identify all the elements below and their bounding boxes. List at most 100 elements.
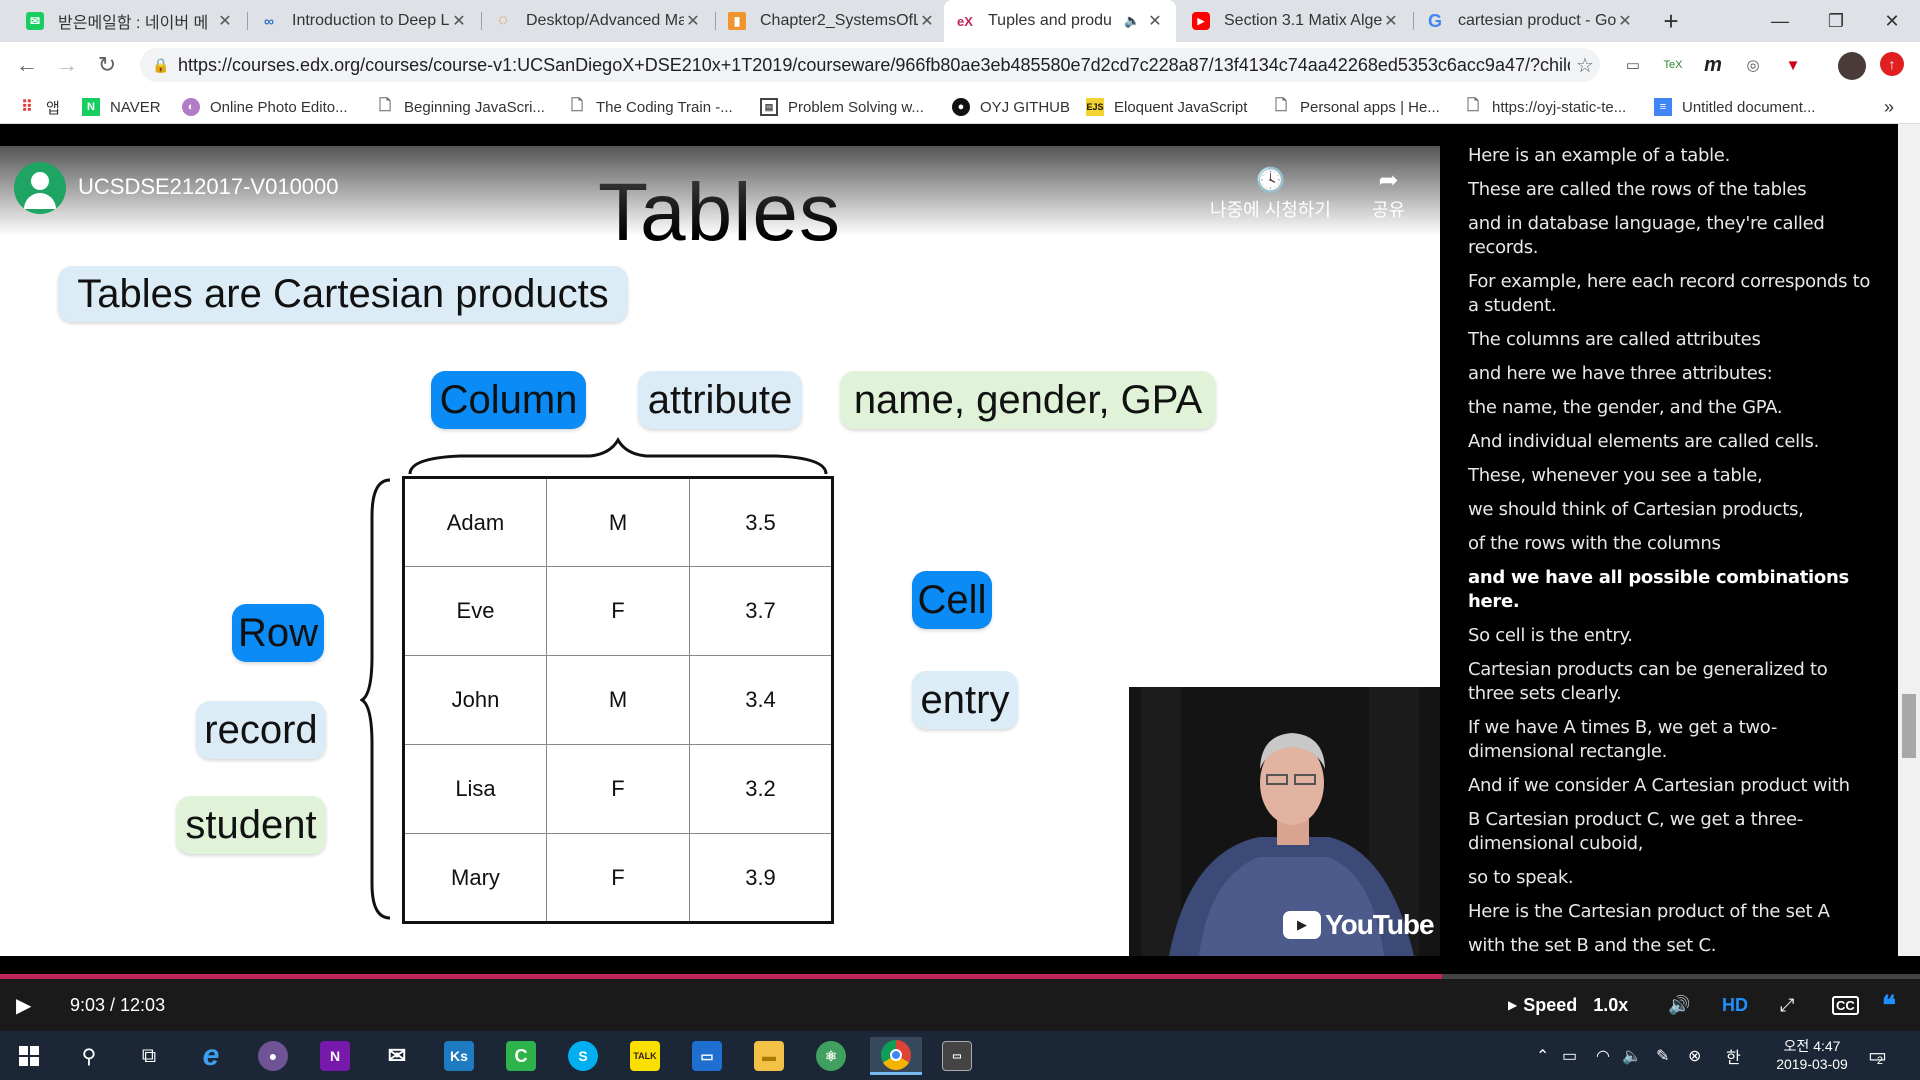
internet-explorer-icon[interactable]: e bbox=[188, 1037, 234, 1075]
windows-start-icon[interactable] bbox=[6, 1037, 52, 1075]
chrome-icon[interactable] bbox=[870, 1037, 922, 1075]
bookmark-coding-train[interactable]: 🗋 The Coding Train -... bbox=[568, 96, 733, 118]
atom-icon[interactable]: ⚛ bbox=[808, 1037, 854, 1075]
speed-button[interactable]: ▶ Speed 1.0x bbox=[1508, 979, 1628, 1031]
play-button[interactable]: ▶ bbox=[16, 979, 31, 1031]
restore-button[interactable]: ❐ bbox=[1808, 0, 1864, 42]
bookmark-apps[interactable]: ⠿ 앱 bbox=[18, 96, 60, 118]
update-icon[interactable]: ↑ bbox=[1880, 52, 1904, 76]
bookmark-star-icon[interactable]: ☆ bbox=[1570, 53, 1600, 78]
close-icon[interactable]: ✕ bbox=[1146, 11, 1164, 31]
transcript-line[interactable]: and here we have three attributes: bbox=[1468, 362, 1878, 386]
back-icon[interactable]: ← bbox=[12, 50, 42, 80]
bookmarks-overflow-button[interactable]: » bbox=[1884, 96, 1894, 118]
tab-cartesian-product[interactable]: G cartesian product - Go ✕ bbox=[1414, 0, 1646, 42]
bookmark-problem-solving[interactable]: ▤ Problem Solving w... bbox=[760, 96, 924, 118]
pocket-extension-icon[interactable]: ▼ bbox=[1780, 52, 1806, 78]
close-icon[interactable]: ✕ bbox=[216, 11, 234, 31]
tab-introduction-deep[interactable]: ∞ Introduction to Deep L ✕ bbox=[248, 0, 480, 42]
transcript-line[interactable]: Cartesian products can be generalized to… bbox=[1468, 658, 1878, 706]
transcript-line[interactable]: And if we consider A Cartesian product w… bbox=[1468, 774, 1878, 798]
transcript-line[interactable]: and in database language, they're called… bbox=[1468, 212, 1878, 260]
address-bar[interactable]: 🔒 https://courses.edx.org/courses/course… bbox=[140, 48, 1600, 82]
kakaotalk-icon[interactable]: TALK bbox=[622, 1037, 668, 1075]
file-explorer-icon[interactable]: ▬ bbox=[746, 1037, 792, 1075]
close-window-button[interactable]: ✕ bbox=[1864, 0, 1920, 42]
transcript-line[interactable]: the name, the gender, and the GPA. bbox=[1468, 396, 1878, 420]
bookmark-eloquent-javascript[interactable]: EJS Eloquent JavaScript bbox=[1086, 96, 1247, 118]
bookmark-oyj-static[interactable]: 🗋 https://oyj-static-te... bbox=[1464, 96, 1626, 118]
transcript-line[interactable]: So cell is the entry. bbox=[1468, 624, 1878, 648]
video-player[interactable]: Tables Tables are Cartesian products Col… bbox=[0, 146, 1440, 956]
ime-indicator[interactable]: 한 bbox=[1726, 1031, 1741, 1080]
mail-icon[interactable]: ✉ bbox=[374, 1037, 420, 1075]
youtube-logo[interactable]: ▶ YouTube bbox=[1283, 909, 1435, 941]
watch-later-button[interactable]: 🕓 나중에 시청하기 bbox=[1210, 166, 1331, 222]
transcript-line[interactable]: Here is the Cartesian product of the set… bbox=[1468, 900, 1878, 924]
bookmark-beginning-javascript[interactable]: 🗋 Beginning JavaScri... bbox=[376, 96, 545, 118]
tray-overflow-icon[interactable]: ⌃ bbox=[1536, 1031, 1549, 1080]
remote-desktop-icon[interactable]: ▭ bbox=[684, 1037, 730, 1075]
bookmark-oyj-github[interactable]: ● OYJ GITHUB bbox=[952, 96, 1070, 118]
transcript-line[interactable]: of the rows with the columns bbox=[1468, 532, 1878, 556]
tab-section-3-1[interactable]: ▶ Section 3.1 Matix Alge ✕ bbox=[1180, 0, 1412, 42]
action-center-icon[interactable]: ▭ 2 bbox=[1868, 1031, 1887, 1080]
bookmark-personal-apps[interactable]: 🗋 Personal apps | He... bbox=[1272, 96, 1440, 118]
github-desktop-icon[interactable]: ● bbox=[250, 1037, 296, 1075]
transcript-line[interactable]: B Cartesian product C, we get a three-di… bbox=[1468, 808, 1878, 856]
m-extension-icon[interactable]: m bbox=[1700, 52, 1726, 78]
vpn-icon[interactable]: ⊗ bbox=[1688, 1031, 1701, 1080]
close-icon[interactable]: ✕ bbox=[918, 11, 936, 31]
transcript-line[interactable]: For example, here each record correspond… bbox=[1468, 270, 1878, 318]
transcript-scrollbar[interactable] bbox=[1898, 124, 1920, 956]
transcript-line[interactable]: we should think of Cartesian products, bbox=[1468, 498, 1878, 522]
forward-icon[interactable]: → bbox=[52, 50, 82, 80]
scrollbar-thumb[interactable] bbox=[1902, 694, 1916, 758]
tab-tuples-and-products[interactable]: eX Tuples and produ 🔈 ✕ bbox=[944, 0, 1176, 42]
close-icon[interactable]: ✕ bbox=[450, 11, 468, 31]
close-icon[interactable]: ✕ bbox=[1616, 11, 1634, 31]
pen-icon[interactable]: ✎ bbox=[1656, 1031, 1669, 1080]
new-tab-button[interactable]: + bbox=[1656, 0, 1686, 42]
transcript-line[interactable]: and we have all possible combinations he… bbox=[1468, 566, 1878, 614]
volume-tray-icon[interactable]: 🔈 bbox=[1622, 1031, 1642, 1080]
closed-captions-button[interactable]: CC bbox=[1832, 979, 1859, 1031]
close-icon[interactable]: ✕ bbox=[684, 11, 702, 31]
transcript-toggle-icon[interactable]: ❝ bbox=[1882, 979, 1896, 1031]
bookmark-untitled-document[interactable]: ≡ Untitled document... bbox=[1654, 96, 1815, 118]
bookmark-naver[interactable]: N NAVER bbox=[82, 96, 161, 118]
close-icon[interactable]: ✕ bbox=[1382, 11, 1400, 31]
terminal-icon[interactable]: ▭ bbox=[934, 1037, 980, 1075]
tab-chapter2[interactable]: ▮ Chapter2_SystemsOfLi ✕ bbox=[716, 0, 948, 42]
volume-button[interactable]: 🔊 bbox=[1668, 979, 1690, 1031]
transcript-line[interactable]: Here is an example of a table. bbox=[1468, 144, 1878, 168]
gesture-extension-icon[interactable]: ◎ bbox=[1740, 52, 1766, 78]
profile-avatar[interactable] bbox=[1838, 52, 1866, 80]
reload-icon[interactable]: ↻ bbox=[92, 50, 122, 80]
wifi-icon[interactable]: ◠ bbox=[1596, 1031, 1610, 1080]
lock-icon[interactable]: 🔒 bbox=[152, 57, 170, 74]
minimize-button[interactable]: — bbox=[1752, 0, 1808, 42]
url-text[interactable]: https://courses.edx.org/courses/course-v… bbox=[178, 55, 1570, 76]
search-icon[interactable]: ⚲ bbox=[66, 1037, 112, 1075]
fullscreen-icon[interactable]: ⤢ bbox=[1780, 979, 1794, 1031]
bookmark-photo-editor[interactable]: ◐ Online Photo Edito... bbox=[182, 96, 348, 118]
transcript-line[interactable]: The columns are called attributes bbox=[1468, 328, 1878, 352]
cast-extension-icon[interactable]: ▭ bbox=[1620, 52, 1646, 78]
camtasia-icon[interactable]: C bbox=[498, 1037, 544, 1075]
kaspersky-icon[interactable]: Ks bbox=[436, 1037, 482, 1075]
tab-jupyter-desktop[interactable]: ◌ Desktop/Advanced Ma ✕ bbox=[482, 0, 714, 42]
tex-extension-icon[interactable]: TeX bbox=[1660, 52, 1686, 78]
onenote-icon[interactable]: N bbox=[312, 1037, 358, 1075]
transcript-line[interactable]: These, whenever you see a table, bbox=[1468, 464, 1878, 488]
speaker-icon[interactable]: 🔈 bbox=[1124, 13, 1146, 29]
video-title[interactable]: UCSDSE212017-V010000 bbox=[78, 174, 339, 200]
transcript-line[interactable]: with the set B and the set C. bbox=[1468, 934, 1878, 956]
transcript-line[interactable]: so to speak. bbox=[1468, 866, 1878, 890]
transcript-line[interactable]: These are called the rows of the tables bbox=[1468, 178, 1878, 202]
transcript-line[interactable]: If we have A times B, we get a two-dimen… bbox=[1468, 716, 1878, 764]
task-view-icon[interactable]: ⧉ bbox=[126, 1037, 172, 1075]
taskbar-clock[interactable]: 오전 4:47 2019-03-09 bbox=[1764, 1037, 1860, 1073]
share-button[interactable]: ➦ 공유 bbox=[1372, 166, 1405, 222]
transcript-line[interactable]: And individual elements are called cells… bbox=[1468, 430, 1878, 454]
